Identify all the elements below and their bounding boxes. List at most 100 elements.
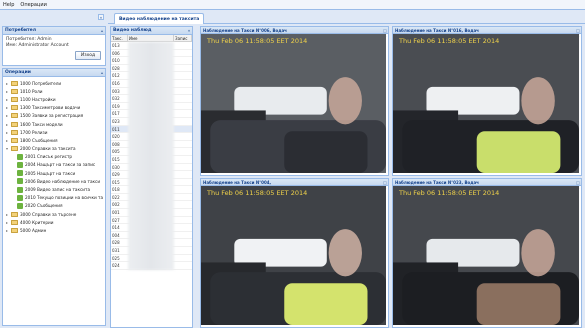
taxi-number-cell: 022 — [112, 194, 120, 200]
tree-node-label: 1000 Потребители — [20, 80, 62, 86]
tree-node[interactable]: ▾ 2000 Справки за таксита — [5, 145, 103, 153]
close-icon[interactable]: □ × — [575, 28, 581, 38]
tree-node[interactable]: ▸ 1600 Такси модели — [5, 120, 103, 128]
tree-node[interactable]: ▸ 1010 Роли — [5, 87, 103, 95]
tree-node[interactable]: ▸ 1000 Потребители — [5, 79, 103, 87]
tree-node-label: 4000 Критерии — [20, 219, 54, 225]
record-cell — [174, 179, 192, 186]
taxi-number-cell: 023 — [112, 118, 120, 124]
camera-panel: Наблюдение на Такси N°016, Водач □ × Thu … — [392, 26, 582, 176]
tree-node[interactable]: ▸ 1800 Съобщения — [5, 136, 103, 144]
collapsed-toggle-icon[interactable]: ▸ — [5, 113, 9, 118]
menu-operations[interactable]: Операции — [20, 2, 46, 8]
collapsed-toggle-icon[interactable]: ▸ — [5, 130, 9, 135]
taxi-number-cell: 031 — [112, 248, 120, 254]
record-cell — [174, 42, 192, 49]
tree-node[interactable]: 2006 Видео наблюдение на такси — [5, 177, 103, 185]
taxi-number-cell: 030 — [112, 164, 120, 170]
tree-node[interactable]: 2020 Съобщения — [5, 202, 103, 210]
folder-icon — [11, 227, 18, 233]
user-panel: Потребител ▴ Потребител: Admin Име: Admi… — [2, 26, 106, 66]
column-header[interactable]: Такс. — [111, 35, 128, 41]
tree-node[interactable]: 2009 Видео запис на таксита — [5, 185, 103, 193]
record-cell — [174, 171, 192, 178]
close-icon[interactable]: □ × — [382, 180, 388, 190]
taxi-number-cell: 002 — [112, 202, 120, 208]
tree-node[interactable]: ▸ 1700 Релизи — [5, 128, 103, 136]
taxi-number-cell: 020 — [112, 134, 120, 140]
operations-panel-title: Операции — [5, 70, 31, 75]
close-icon[interactable]: □ × — [382, 28, 388, 38]
expanded-toggle-icon[interactable]: ▾ — [5, 146, 9, 151]
collapse-left-icon[interactable]: « — [98, 14, 104, 20]
menu-help[interactable]: Help — [3, 2, 14, 8]
tree-node-label: 2006 Видео наблюдение на такси — [25, 178, 101, 184]
tree-node-label: 2005 Нащърт на такси — [25, 170, 76, 176]
taxi-number-cell: 024 — [112, 263, 120, 269]
taxi-number-cell: 004 — [112, 232, 120, 238]
record-cell — [174, 224, 192, 231]
person-shirt — [476, 131, 561, 173]
tree-node[interactable]: 2005 Нащърт на такси — [5, 169, 103, 177]
camera-feed-image — [393, 186, 579, 325]
tree-node[interactable]: ▸ 3000 Справки за търсене — [5, 210, 103, 218]
collapsed-toggle-icon[interactable]: ▸ — [5, 138, 9, 143]
camera-title: Наблюдение на Такси N°016, Водач — [395, 27, 479, 33]
collapse-icon[interactable]: ▴ — [99, 70, 105, 75]
record-cell — [174, 201, 192, 208]
tree-node[interactable]: ▸ 1500 Заявки за регистрация — [5, 112, 103, 120]
record-cell — [174, 80, 192, 87]
tree-node[interactable]: 2001 Списък регистр — [5, 153, 103, 161]
taxi-number-cell: 012 — [112, 73, 120, 79]
tree-node[interactable]: ▸ 1300 Таксиметрови водачи — [5, 104, 103, 112]
taxi-number-cell: 013 — [112, 43, 120, 48]
collapsed-toggle-icon[interactable]: ▸ — [5, 122, 9, 127]
collapsed-toggle-icon[interactable]: ▸ — [5, 228, 9, 233]
taxi-number-cell: 005 — [112, 149, 120, 155]
taxi-number-cell: 016 — [112, 80, 120, 86]
person-shirt — [476, 283, 561, 325]
tree-node-label: 1800 Съобщения — [20, 137, 58, 143]
taxi-number-cell: 027 — [112, 217, 120, 223]
report-icon — [17, 153, 23, 160]
tree-node[interactable]: ▸ 5000 Админ — [5, 226, 103, 234]
collapsed-toggle-icon[interactable]: ▸ — [5, 81, 9, 86]
record-cell — [174, 118, 192, 125]
collapsed-toggle-icon[interactable]: ▸ — [5, 89, 9, 94]
taxi-number-cell: 001 — [112, 210, 120, 216]
camera-panel: Наблюдение на Такси N°006, Водач □ × Thu … — [200, 26, 389, 176]
record-cell — [174, 232, 192, 239]
tree-node[interactable]: ▸ 4000 Критерии — [5, 218, 103, 226]
close-icon[interactable]: □ × — [575, 180, 581, 190]
tree-node[interactable]: ▸ 1100 Настройки — [5, 95, 103, 103]
column-header[interactable]: Име — [128, 35, 174, 41]
exit-button[interactable]: Изход — [75, 51, 101, 60]
record-cell — [174, 65, 192, 72]
collapse-icon[interactable]: ▴ — [99, 28, 105, 33]
collapsed-toggle-icon[interactable]: ▸ — [5, 212, 9, 217]
blurred-names — [128, 42, 174, 270]
camera-panel: Наблюдение на Такси N°023, Водач □ × Thu … — [392, 178, 582, 328]
record-cell — [174, 209, 192, 216]
column-header[interactable]: Запис — [174, 35, 192, 41]
folder-icon — [11, 80, 18, 86]
report-icon — [17, 170, 23, 177]
tree-node-label: 1010 Роли — [20, 88, 43, 94]
folder-icon — [11, 88, 18, 94]
tree-node-label: 1600 Такси модели — [20, 121, 63, 127]
collapse-icon[interactable]: « — [186, 28, 192, 33]
tree-node[interactable]: 2004 Нащърт на такси за запис — [5, 161, 103, 169]
taxi-number-cell: 028 — [112, 65, 120, 71]
tree-node-label: 2010 Текущо позиции на всички таксита — [25, 195, 103, 201]
record-cell — [174, 164, 192, 171]
record-cell — [174, 255, 192, 262]
collapsed-toggle-icon[interactable]: ▸ — [5, 97, 9, 102]
tab-video-monitoring[interactable]: Видео наблюдение на таксита — [114, 13, 204, 24]
folder-icon — [11, 96, 18, 102]
collapsed-toggle-icon[interactable]: ▸ — [5, 105, 9, 110]
taxi-number-cell: 015 — [112, 156, 120, 162]
tree-node[interactable]: 2010 Текущо позиции на всички таксита — [5, 194, 103, 202]
record-cell — [174, 148, 192, 155]
report-icon — [17, 186, 23, 193]
collapsed-toggle-icon[interactable]: ▸ — [5, 220, 9, 225]
